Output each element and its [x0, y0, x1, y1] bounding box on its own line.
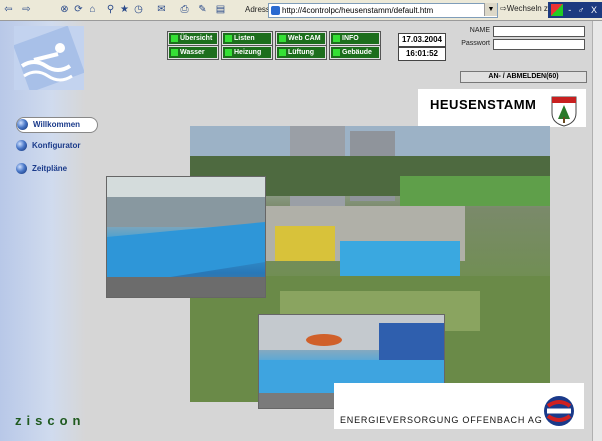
favorites-icon[interactable]: ★: [118, 3, 131, 16]
menu-ball-icon: [16, 163, 27, 174]
nav-label: Wasser: [180, 49, 205, 56]
menu-ball-icon: [16, 140, 27, 151]
indoor-pool-photo-1: [106, 176, 266, 298]
name-field[interactable]: [493, 26, 585, 37]
go-button[interactable]: ⇨Wechseln zu: [500, 4, 552, 13]
home-icon[interactable]: ⌂: [86, 3, 99, 16]
address-bar[interactable]: http://4controlpc/heusenstamm/default.ht…: [268, 3, 498, 18]
nav-info-button[interactable]: INFO: [329, 31, 381, 46]
windows-logo-icon: [551, 4, 563, 16]
browser-toolbar: ⇦ ⇨ ⊗ ⟳ ⌂ ⚲ ★ ◷ ✉ ⎙ ✎ ▤ Adresse http://4…: [0, 0, 602, 21]
go-label: Wechseln zu: [506, 4, 553, 13]
menu-item-willkommen[interactable]: Willkommen: [16, 117, 98, 133]
password-field[interactable]: [493, 39, 585, 50]
search-icon[interactable]: ⚲: [104, 3, 117, 16]
discuss-icon[interactable]: ▤: [214, 3, 227, 16]
status-led: [171, 49, 178, 56]
nav-label: Übersicht: [180, 35, 213, 42]
nav-webcam-button[interactable]: Web CAM: [275, 31, 327, 46]
nav-label: INFO: [342, 35, 359, 42]
window-controls: - ♂ X: [548, 2, 602, 18]
back-icon[interactable]: ⇦: [2, 3, 15, 16]
menu-ball-icon: [17, 119, 28, 130]
town-crest-icon: [551, 96, 577, 127]
ie-page-icon: [271, 6, 280, 15]
energy-company-label: ENERGIEVERSORGUNG OFFENBACH AG: [340, 415, 543, 425]
nav-gebaeude-button[interactable]: Gebäude: [329, 45, 381, 60]
status-led: [333, 35, 340, 42]
eov-logo-icon: [544, 396, 574, 426]
page-content: Übersicht Listen Web CAM INFO Wasser Hei…: [0, 21, 602, 441]
login-button[interactable]: AN- / ABMELDEN(60): [460, 71, 587, 83]
status-led: [333, 49, 340, 56]
town-title: HEUSENSTAMM: [430, 97, 537, 112]
nav-lueftung-button[interactable]: Lüftung: [275, 45, 327, 60]
indoor-pool-scene-1: [107, 177, 265, 297]
ziscon-brand: ziscon: [15, 413, 86, 428]
refresh-icon[interactable]: ⟳: [72, 3, 85, 16]
nav-wasser-button[interactable]: Wasser: [167, 45, 219, 60]
menu-item-konfigurator[interactable]: Konfigurator: [16, 139, 96, 153]
time-display: 16:01:52: [398, 47, 446, 61]
menu-label: Willkommen: [33, 120, 81, 129]
history-icon[interactable]: ◷: [132, 3, 145, 16]
vertical-scrollbar[interactable]: [592, 21, 602, 441]
address-dropdown-icon[interactable]: ▼: [484, 3, 497, 16]
date-display: 17.03.2004: [398, 33, 446, 47]
status-led: [279, 49, 286, 56]
status-led: [279, 35, 286, 42]
nav-listen-button[interactable]: Listen: [221, 31, 273, 46]
forward-icon[interactable]: ⇨: [20, 3, 33, 16]
window-buttons[interactable]: - ♂ X: [568, 4, 599, 16]
status-led: [225, 35, 232, 42]
nav-label: Heizung: [234, 49, 262, 56]
nav-uebersicht-button[interactable]: Übersicht: [167, 31, 219, 46]
status-led: [171, 35, 178, 42]
stop-icon[interactable]: ⊗: [58, 3, 71, 16]
nav-heizung-button[interactable]: Heizung: [221, 45, 273, 60]
nav-label: Listen: [234, 35, 255, 42]
menu-item-zeitplaene[interactable]: Zeitpläne: [16, 162, 96, 176]
edit-icon[interactable]: ✎: [196, 3, 209, 16]
swimmer-logo: [14, 26, 84, 90]
nav-label: Gebäude: [342, 49, 372, 56]
status-led: [225, 49, 232, 56]
name-label: NAME: [469, 27, 490, 34]
nav-label: Web CAM: [288, 35, 321, 42]
menu-label: Konfigurator: [32, 141, 81, 150]
address-url: http://4controlpc/heusenstamm/default.ht…: [282, 6, 434, 15]
nav-label: Lüftung: [288, 49, 315, 56]
password-label: Passwort: [461, 40, 490, 47]
menu-label: Zeitpläne: [32, 164, 68, 173]
mail-icon[interactable]: ✉: [155, 3, 168, 16]
print-icon[interactable]: ⎙: [178, 3, 191, 16]
